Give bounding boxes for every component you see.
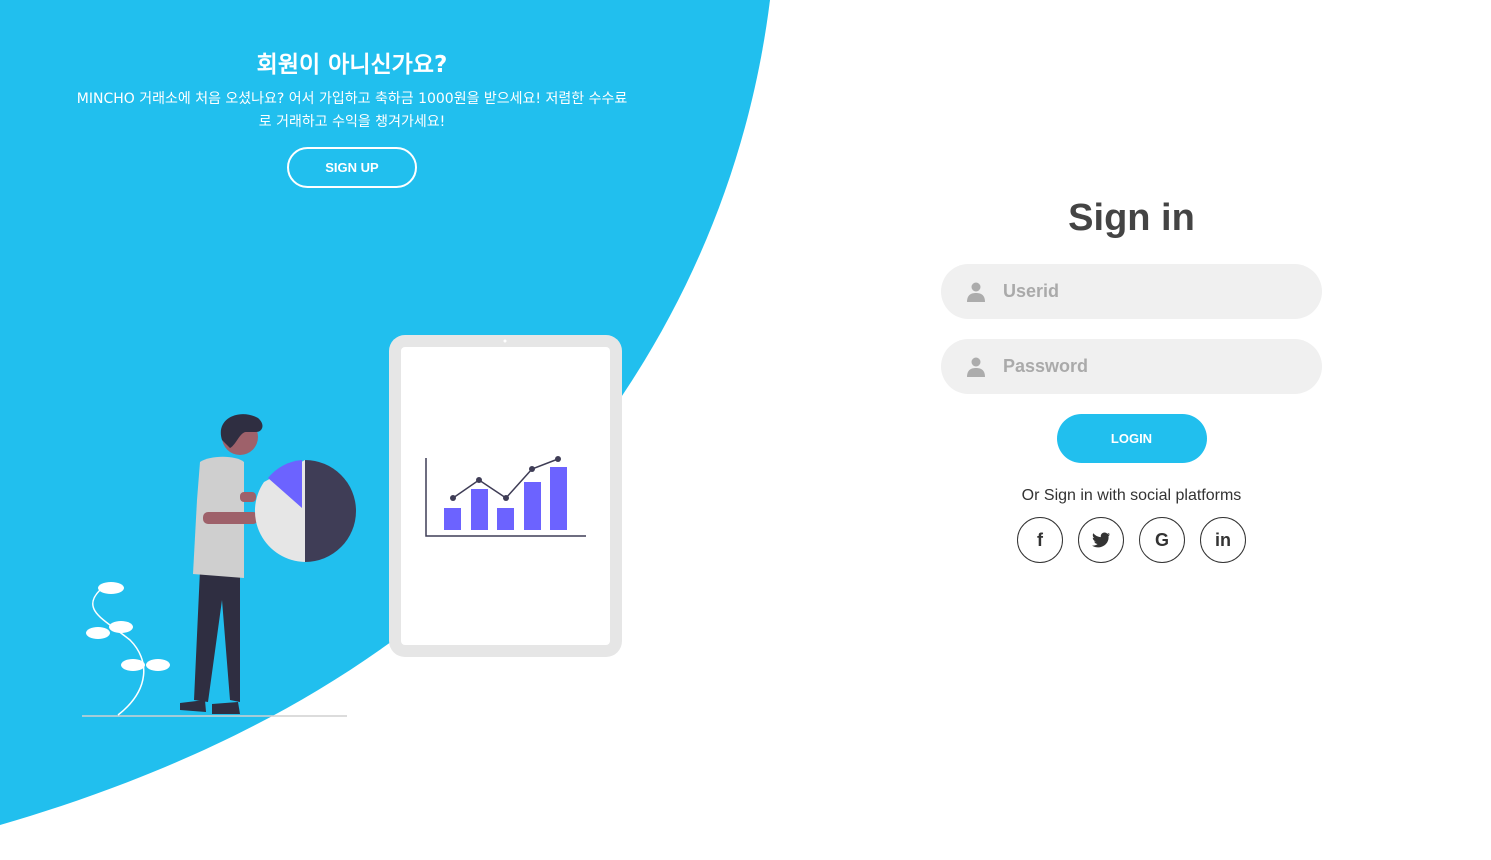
google-button[interactable]: G: [1139, 517, 1185, 563]
pie-chart: [254, 460, 356, 562]
password-input[interactable]: [1003, 339, 1322, 394]
twitter-button[interactable]: [1078, 517, 1124, 563]
facebook-button[interactable]: f: [1017, 517, 1063, 563]
tablet-chart-bar: [550, 467, 567, 530]
password-field[interactable]: [941, 339, 1322, 394]
login-button[interactable]: LOGIN: [1056, 414, 1207, 463]
userid-field[interactable]: [941, 264, 1322, 319]
person-figure: [180, 414, 263, 714]
tablet-chart-bar: [524, 482, 541, 530]
twitter-icon: [1092, 532, 1110, 548]
signin-form: Sign in LOGIN Or Sign in with social pla…: [941, 190, 1322, 563]
linkedin-icon: in: [1215, 529, 1231, 550]
plant-decoration: [86, 582, 170, 716]
google-icon: G: [1154, 529, 1169, 550]
signin-title: Sign in: [1068, 197, 1195, 239]
userid-input[interactable]: [1003, 264, 1322, 319]
tablet-chart-bar: [471, 489, 488, 530]
linkedin-button[interactable]: in: [1200, 517, 1246, 563]
social-buttons: f G in: [941, 517, 1322, 563]
tablet-chart-bar: [444, 508, 461, 530]
user-icon: [967, 282, 985, 302]
social-signin-text: Or Sign in with social platforms: [1021, 487, 1242, 504]
user-icon: [967, 357, 985, 377]
facebook-icon: f: [1037, 529, 1043, 550]
tablet-chart-bar: [497, 508, 514, 530]
